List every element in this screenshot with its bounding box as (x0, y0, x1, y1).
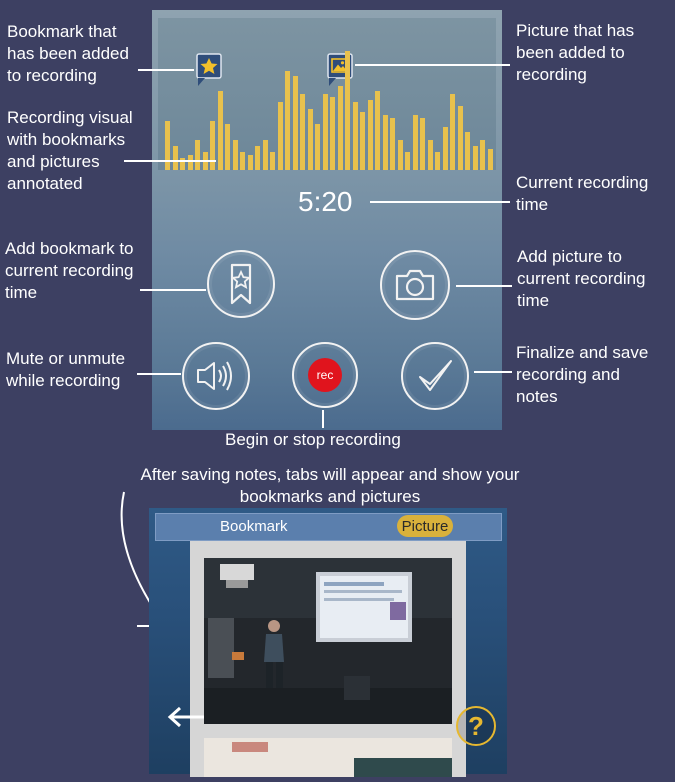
waveform-bar (480, 140, 485, 170)
waveform-bar (292, 76, 298, 170)
annotation-add-picture: Add picture to current recording time (517, 247, 646, 310)
pointer-line (322, 410, 324, 428)
mute-toggle-button[interactable] (182, 342, 250, 410)
waveform-bar (435, 152, 440, 170)
pointer-line (474, 371, 512, 373)
waveform-bar (232, 140, 238, 170)
waveform-bar (487, 149, 493, 170)
waveform-bar (187, 155, 193, 170)
saved-picture[interactable] (204, 558, 452, 724)
waveform-bar (360, 112, 365, 170)
pointer-line (355, 64, 510, 66)
waveform-bar (210, 121, 215, 170)
waveform-bar (172, 146, 178, 170)
waveform-bar (330, 97, 335, 170)
annotation-recording-visual: Recording visual with bookmarks and pict… (7, 108, 133, 193)
annotation-begin-stop: Begin or stop recording (225, 430, 401, 449)
waveform-bar (375, 91, 380, 170)
waveform-bar (262, 140, 268, 170)
pointer-line (456, 285, 512, 287)
next-photo (204, 738, 452, 777)
waveform-bar (285, 71, 290, 170)
checkmark-icon (419, 360, 452, 391)
waveform-bar (382, 115, 388, 170)
annotation-bookmark-added: Bookmark that has been added to recordin… (7, 22, 129, 85)
waveform-bar (405, 152, 410, 170)
back-arrow-icon[interactable] (166, 705, 206, 729)
waveform-bar (345, 51, 350, 170)
record-button[interactable]: rec (292, 342, 358, 408)
pointer-line (140, 289, 206, 291)
waveform-bar (255, 146, 260, 170)
annotation-mute: Mute or unmute while recording (6, 349, 126, 390)
waveform-bar (390, 118, 395, 170)
waveform-bar (277, 102, 283, 170)
waveform-bars (165, 18, 495, 170)
waveform-bar (270, 152, 275, 170)
finalize-button[interactable] (401, 342, 469, 410)
waveform-bar (300, 94, 305, 170)
tab-bookmark[interactable]: Bookmark (220, 518, 288, 535)
annotation-picture-added: Picture that has been added to recording (516, 21, 635, 84)
waveform-bar (412, 115, 418, 170)
pointer-line (138, 69, 194, 71)
presentation-photo (204, 558, 452, 724)
waveform-bar (165, 121, 170, 170)
pointer-line (124, 160, 216, 162)
waveform-bar (472, 146, 478, 170)
bookmark-icon (230, 263, 252, 305)
next-picture-preview[interactable] (204, 738, 452, 777)
add-picture-button[interactable] (380, 250, 450, 320)
waveform-bar (195, 140, 200, 170)
waveform-bar (337, 86, 343, 170)
annotation-current-time: Current recording time (516, 173, 649, 214)
recording-timer: 5:20 (298, 186, 353, 217)
waveform-bar (247, 155, 253, 170)
annotation-after-saving: After saving notes, tabs will appear and… (140, 465, 520, 506)
annotation-add-bookmark: Add bookmark to current recording time (5, 239, 134, 302)
pointer-line (137, 373, 181, 375)
annotation-finalize: Finalize and save recording and notes (516, 343, 649, 406)
camera-icon (395, 269, 435, 301)
waveform-bar (367, 100, 373, 170)
add-bookmark-button[interactable] (207, 250, 275, 318)
waveform-bar (397, 140, 403, 170)
waveform-bar (240, 152, 245, 170)
waveform-bar (442, 127, 448, 170)
pointer-line (370, 201, 510, 203)
waveform-bar (322, 94, 328, 170)
help-button[interactable]: ? (456, 706, 496, 746)
waveform-bar (427, 140, 433, 170)
waveform-bar (457, 106, 463, 170)
waveform-bar (315, 124, 320, 170)
waveform-bar (307, 109, 313, 170)
waveform-bar (420, 118, 425, 170)
waveform-bar (217, 91, 223, 170)
waveform-bar (450, 94, 455, 170)
tab-picture[interactable]: Picture (397, 515, 453, 537)
rec-dot: rec (308, 358, 342, 392)
waveform-bar (225, 124, 230, 170)
speaker-icon (197, 361, 232, 391)
waveform-bar (465, 132, 470, 170)
waveform-bar (352, 102, 358, 170)
